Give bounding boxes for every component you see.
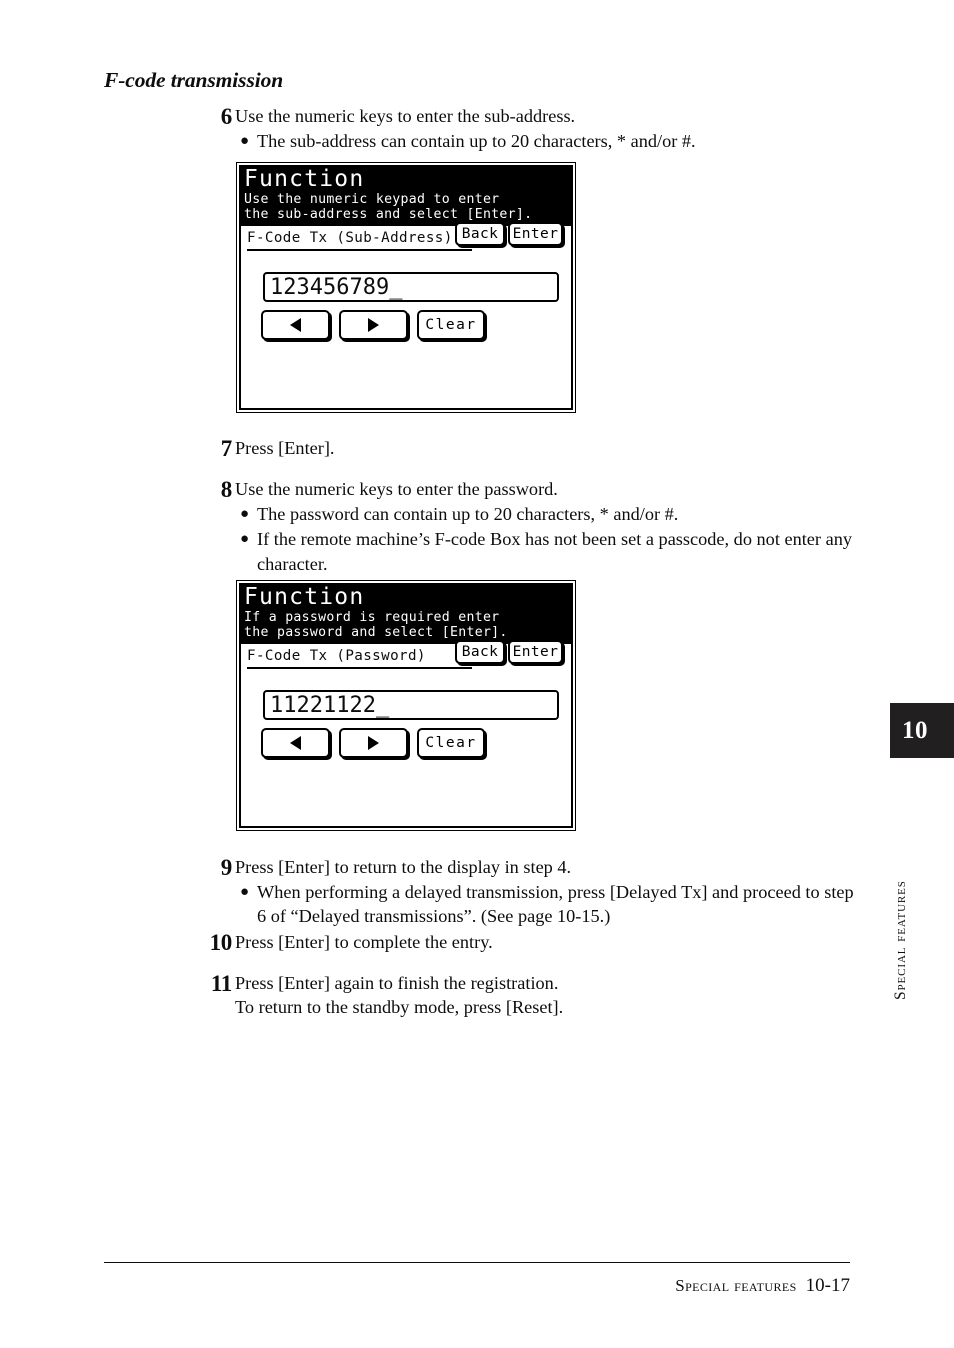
step-number: 10: [209, 930, 233, 955]
cursor-right-button[interactable]: [339, 727, 408, 758]
enter-button[interactable]: Enter: [508, 639, 563, 664]
lcd-field-name: F-Code Tx (Sub-Address): [247, 230, 472, 251]
step-number: 9: [220, 855, 233, 880]
bullet-dot-icon: ●: [240, 133, 250, 150]
lcd-screen-body: F-Code Tx (Password) Back Enter 11221122…: [239, 639, 573, 828]
step-body: Use the numeric keys to enter the sub-ad…: [235, 104, 860, 153]
enter-button[interactable]: Enter: [508, 221, 563, 246]
step-bullet: ● If the remote machine’s F-code Box has…: [235, 527, 860, 575]
lcd-title-row: F-Code Tx (Sub-Address) Back Enter: [247, 221, 565, 254]
password-input-value: 11221122_: [270, 693, 390, 718]
cursor-left-button[interactable]: [261, 309, 330, 340]
page-title: F-code transmission: [104, 68, 284, 92]
lcd-title: Function: [244, 584, 365, 610]
bullet-text: When performing a delayed transmission, …: [257, 882, 854, 927]
step-number: 11: [210, 971, 232, 996]
clear-button[interactable]: Clear: [417, 727, 485, 758]
lcd-instruction-line-1: If a password is required enter: [244, 610, 500, 625]
lcd-instruction-line-1: Use the numeric keypad to enter: [244, 192, 500, 207]
step-number: 6: [220, 104, 233, 129]
step-10: 10 Press [Enter] to complete the entry.: [170, 930, 860, 955]
back-button[interactable]: Back: [455, 639, 505, 664]
lcd-instruction-line-2: the password and select [Enter].: [244, 625, 508, 641]
lcd-panel-password: Function If a password is required enter…: [236, 580, 576, 831]
step-body: Press [Enter] to complete the entry.: [235, 930, 860, 954]
lcd-title-row: F-Code Tx (Password) Back Enter: [247, 639, 565, 672]
step-lead-text: Use the numeric keys to enter the passwo…: [235, 479, 558, 499]
clear-button[interactable]: Clear: [417, 309, 485, 340]
step-lead-text: Use the numeric keys to enter the sub-ad…: [235, 106, 576, 126]
step-number: 8: [220, 477, 233, 502]
sub-address-input-value: 123456789_: [270, 275, 403, 300]
footer-page-number: 10-17: [805, 1275, 850, 1296]
cursor-left-button[interactable]: [261, 727, 330, 758]
sub-address-input[interactable]: 123456789_: [263, 271, 559, 302]
password-input[interactable]: 11221122_: [263, 689, 559, 720]
lcd-title: Function: [244, 166, 365, 192]
step-body: Press [Enter] again to finish the regist…: [235, 971, 860, 1019]
chapter-tab-label: Special features: [892, 880, 909, 1000]
footer: Special features 10-17: [675, 1275, 850, 1297]
step-body: Press [Enter].: [235, 436, 860, 460]
arrow-left-icon: [290, 317, 301, 332]
chapter-tab-number: 10: [890, 703, 954, 758]
arrow-right-icon: [368, 735, 379, 750]
step-9: 9 Press [Enter] to return to the display…: [170, 855, 860, 929]
lcd-key-row: Clear: [261, 309, 561, 342]
bullet-text: The sub-address can contain up to 20 cha…: [257, 131, 696, 152]
step-lead-text: Press [Enter] to complete the entry.: [235, 932, 493, 952]
lcd-screen-body: F-Code Tx (Sub-Address) Back Enter 12345…: [239, 221, 573, 410]
step-11: 11 Press [Enter] again to finish the reg…: [170, 971, 860, 1019]
lcd-field-name: F-Code Tx (Password): [247, 648, 472, 669]
lcd-header: Function If a password is required enter…: [239, 583, 573, 644]
step-bullet: ● The password can contain up to 20 char…: [235, 502, 860, 526]
step-7: 7 Press [Enter].: [170, 436, 860, 461]
step-6: 6 Use the numeric keys to enter the sub-…: [170, 104, 860, 153]
step-8: 8 Use the numeric keys to enter the pass…: [170, 477, 860, 576]
arrow-left-icon: [290, 735, 301, 750]
step-bullet: ● The sub-address can contain up to 20 c…: [235, 129, 860, 153]
cursor-right-button[interactable]: [339, 309, 408, 340]
lcd-key-row: Clear: [261, 727, 561, 760]
step-body: Use the numeric keys to enter the passwo…: [235, 477, 860, 576]
bullet-dot-icon: ●: [240, 884, 250, 901]
bullet-dot-icon: ●: [240, 531, 250, 548]
step-continuation-text: To return to the standby mode, press [Re…: [235, 997, 564, 1018]
step-lead-text: Press [Enter] to return to the display i…: [235, 857, 572, 877]
step-number: 7: [220, 436, 233, 461]
step-lead-text: Press [Enter] again to finish the regist…: [235, 973, 559, 993]
footer-section-label: Special features: [675, 1276, 797, 1295]
lcd-header: Function Use the numeric keypad to enter…: [239, 165, 573, 226]
back-button[interactable]: Back: [455, 221, 505, 246]
step-lead-text: Press [Enter].: [235, 438, 335, 458]
step-bullet: ● When performing a delayed transmission…: [235, 880, 860, 928]
bullet-dot-icon: ●: [240, 506, 250, 523]
arrow-right-icon: [368, 317, 379, 332]
step-body: Press [Enter] to return to the display i…: [235, 855, 860, 929]
bullet-text: If the remote machine’s F-code Box has n…: [257, 529, 852, 574]
lcd-instruction-line-2: the sub-address and select [Enter].: [244, 207, 533, 223]
lcd-panel-subaddress: Function Use the numeric keypad to enter…: [236, 162, 576, 413]
footer-divider: [104, 1262, 850, 1263]
bullet-text: The password can contain up to 20 charac…: [257, 504, 679, 525]
